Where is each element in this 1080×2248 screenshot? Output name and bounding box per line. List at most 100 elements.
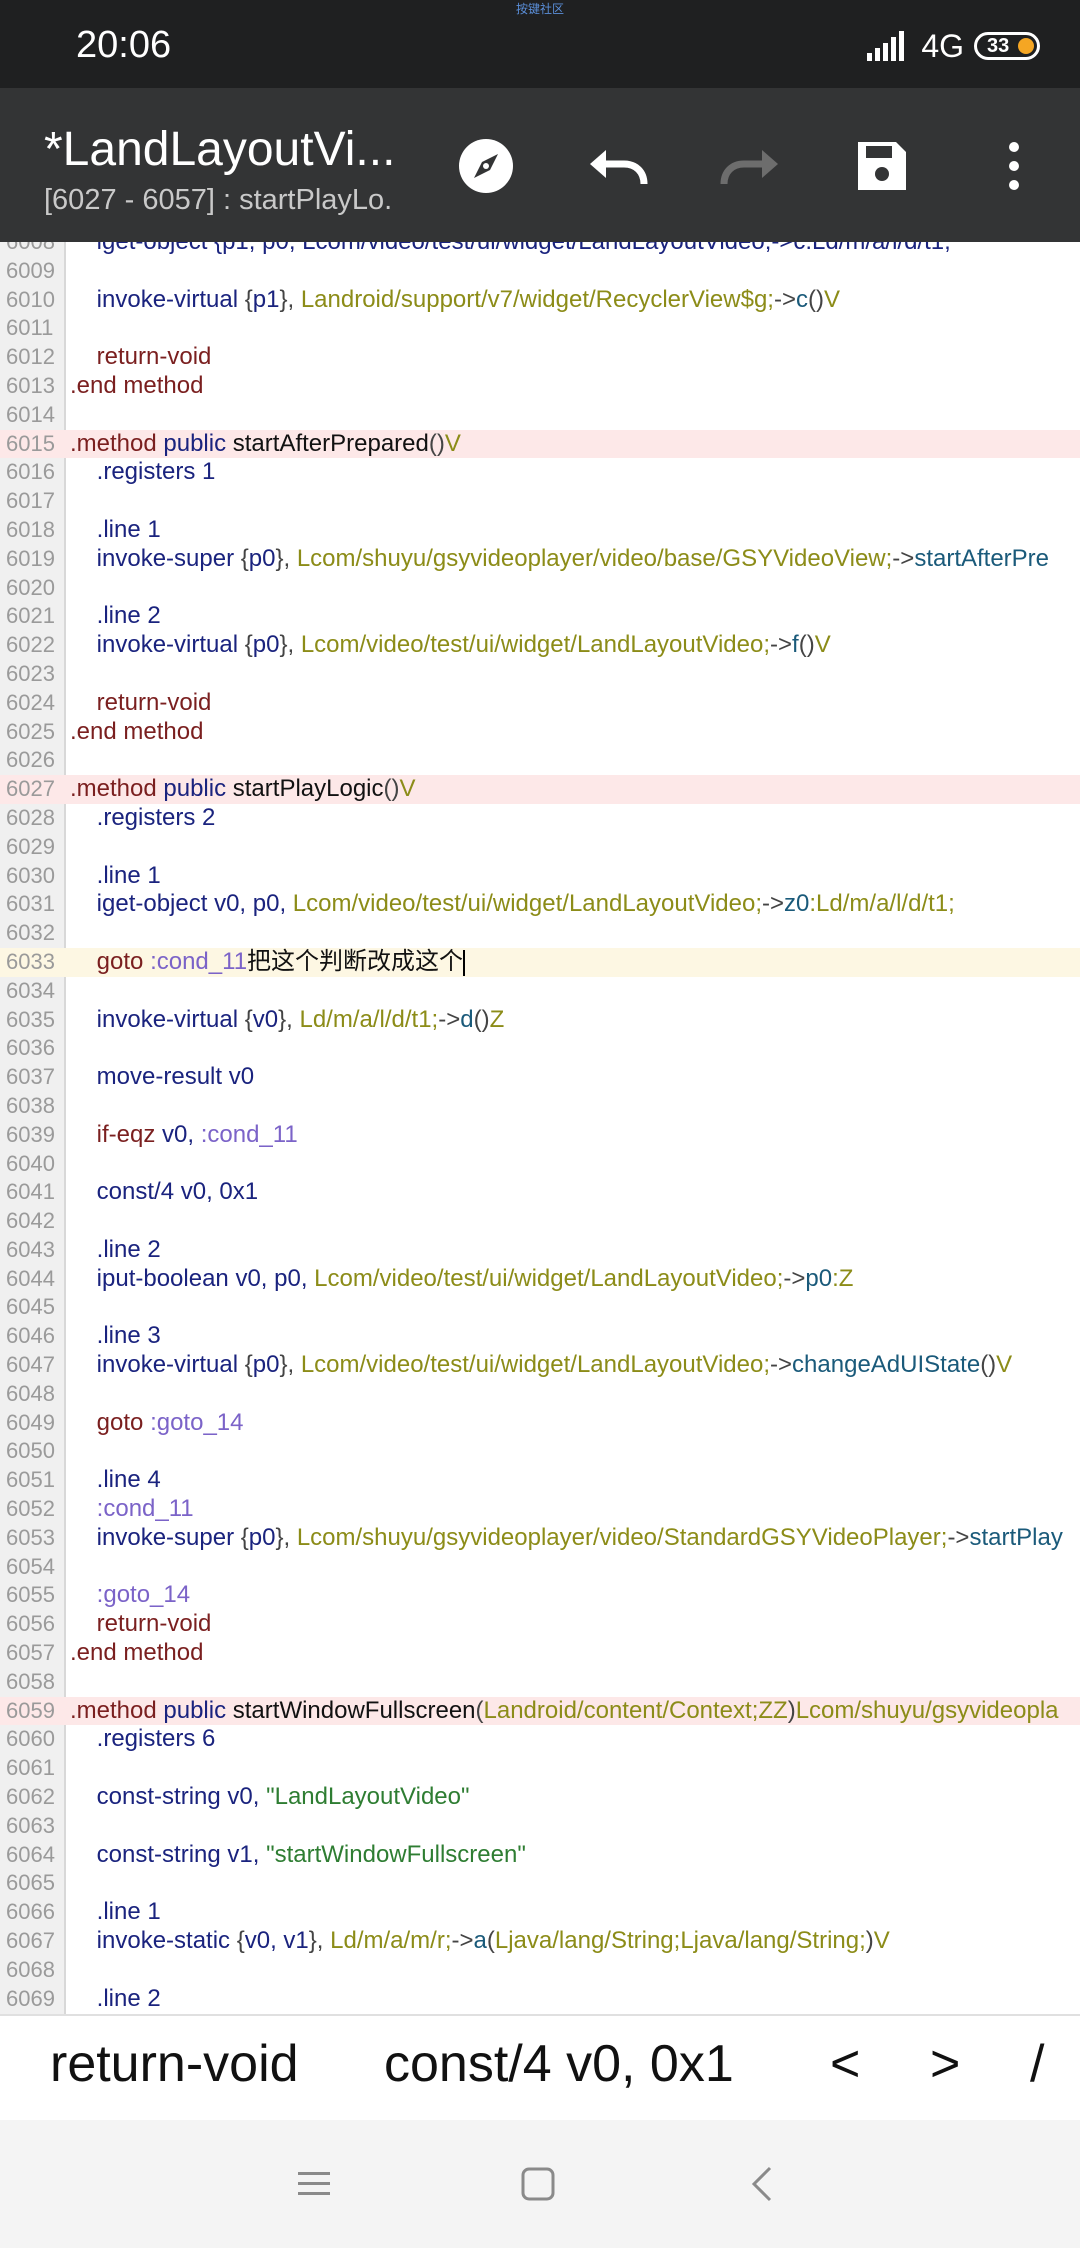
code-line[interactable]: 6033 goto :cond_11把这个判断改成这个 bbox=[0, 947, 1080, 977]
code-line[interactable]: 6014 bbox=[0, 401, 1080, 430]
code-line[interactable]: 6020 bbox=[0, 574, 1080, 603]
line-text[interactable]: invoke-virtual {v0}, Ld/m/a/l/d/t1;->d()… bbox=[70, 1006, 505, 1035]
code-line[interactable]: 6053 invoke-super {p0}, Lcom/shuyu/gsyvi… bbox=[0, 1524, 1080, 1553]
code-line[interactable]: 6018 .line 1 bbox=[0, 516, 1080, 545]
line-text[interactable]: :goto_14 bbox=[70, 1581, 190, 1610]
code-line[interactable]: 6042 bbox=[0, 1207, 1080, 1236]
code-line[interactable]: 6037 move-result v0 bbox=[0, 1063, 1080, 1092]
quick-slash[interactable]: / bbox=[1030, 2034, 1044, 2094]
line-text[interactable]: return-void bbox=[70, 1610, 212, 1639]
code-line[interactable]: 6034 bbox=[0, 977, 1080, 1006]
code-line[interactable]: 6029 bbox=[0, 833, 1080, 862]
line-text[interactable]: .line 1 bbox=[70, 516, 161, 545]
back-icon[interactable] bbox=[740, 2160, 788, 2208]
line-text[interactable]: .line 3 bbox=[70, 1322, 161, 1351]
line-text[interactable]: invoke-static {v0, v1}, Ld/m/a/m/r;->a(L… bbox=[70, 1927, 890, 1956]
undo-icon[interactable] bbox=[578, 126, 658, 206]
code-line[interactable]: 6061 bbox=[0, 1754, 1080, 1783]
code-line[interactable]: 6050 bbox=[0, 1437, 1080, 1466]
code-line[interactable]: 6039 if-eqz v0, :cond_11 bbox=[0, 1121, 1080, 1150]
code-line[interactable]: 6068 bbox=[0, 1956, 1080, 1985]
code-line[interactable]: 6062 const-string v0, "LandLayoutVideo" bbox=[0, 1783, 1080, 1812]
line-text[interactable]: invoke-virtual {p1}, Landroid/support/v7… bbox=[70, 286, 840, 315]
line-text[interactable]: .end method bbox=[70, 372, 203, 401]
line-text[interactable]: .line 1 bbox=[70, 862, 161, 891]
menu-icon[interactable] bbox=[290, 2160, 338, 2208]
line-text[interactable]: invoke-super {p0}, Lcom/shuyu/gsyvideopl… bbox=[70, 545, 1049, 574]
code-line[interactable]: 6040 bbox=[0, 1150, 1080, 1179]
code-line[interactable]: 6025 .end method bbox=[0, 718, 1080, 747]
line-text[interactable]: :cond_11 bbox=[70, 1495, 194, 1524]
code-line[interactable]: 6030 .line 1 bbox=[0, 862, 1080, 891]
code-editor[interactable]: 6008 iget-object {p1, p0, Lcom/video/tes… bbox=[0, 242, 1080, 2014]
line-text[interactable]: .registers 2 bbox=[70, 804, 216, 833]
redo-icon[interactable] bbox=[710, 126, 790, 206]
code-line[interactable]: 6017 bbox=[0, 487, 1080, 516]
line-text[interactable]: .line 2 bbox=[70, 602, 161, 631]
line-text[interactable]: return-void bbox=[70, 689, 212, 718]
code-line[interactable]: 6048 bbox=[0, 1380, 1080, 1409]
code-line[interactable]: 6032 bbox=[0, 919, 1080, 948]
code-line[interactable]: 6016 .registers 1 bbox=[0, 458, 1080, 487]
code-line[interactable]: 6009 bbox=[0, 257, 1080, 286]
save-icon[interactable] bbox=[842, 126, 922, 206]
code-line[interactable]: 6059 .method public startWindowFullscreen… bbox=[0, 1696, 1080, 1726]
code-line[interactable]: 6013 .end method bbox=[0, 372, 1080, 401]
line-text[interactable]: invoke-virtual {p0}, Lcom/video/test/ui/… bbox=[70, 1351, 1013, 1380]
code-line[interactable]: 6044 iput-boolean v0, p0, Lcom/video/tes… bbox=[0, 1265, 1080, 1294]
code-line[interactable]: 6049 goto :goto_14 bbox=[0, 1409, 1080, 1438]
line-text[interactable]: .method public startPlayLogic()V bbox=[70, 775, 416, 804]
code-line[interactable]: 6021 .line 2 bbox=[0, 602, 1080, 631]
code-line[interactable]: 6035 invoke-virtual {v0}, Ld/m/a/l/d/t1;… bbox=[0, 1006, 1080, 1035]
code-line[interactable]: 6063 bbox=[0, 1812, 1080, 1841]
code-line[interactable]: 6052 :cond_11 bbox=[0, 1495, 1080, 1524]
line-text[interactable]: .method public startAfterPrepared()V bbox=[70, 430, 461, 459]
line-text[interactable]: .end method bbox=[70, 1639, 203, 1668]
quick-greater-than[interactable]: > bbox=[930, 2034, 960, 2094]
line-text[interactable]: if-eqz v0, :cond_11 bbox=[70, 1121, 298, 1150]
code-line[interactable]: 6041 const/4 v0, 0x1 bbox=[0, 1178, 1080, 1207]
code-line[interactable]: 6027 .method public startPlayLogic()V bbox=[0, 775, 1080, 804]
code-line[interactable]: 6019 invoke-super {p0}, Lcom/shuyu/gsyvi… bbox=[0, 545, 1080, 574]
line-text[interactable]: invoke-virtual {p0}, Lcom/video/test/ui/… bbox=[70, 631, 831, 660]
code-line[interactable]: 6012 return-void bbox=[0, 343, 1080, 372]
code-line[interactable]: 6043 .line 2 bbox=[0, 1236, 1080, 1265]
code-line[interactable]: 6038 bbox=[0, 1092, 1080, 1121]
code-line[interactable]: 6036 bbox=[0, 1034, 1080, 1063]
code-line[interactable]: 6069 .line 2 bbox=[0, 1985, 1080, 2014]
line-text[interactable]: .registers 1 bbox=[70, 458, 216, 487]
compass-icon[interactable] bbox=[446, 126, 526, 206]
code-line[interactable]: 6015 .method public startAfterPrepared()V bbox=[0, 429, 1080, 459]
line-text[interactable]: .line 2 bbox=[70, 1985, 161, 2014]
quick-return-void[interactable]: return-void bbox=[50, 2034, 299, 2094]
line-text[interactable]: iget-object v0, p0, Lcom/video/test/ui/w… bbox=[70, 890, 955, 919]
code-line[interactable]: 6028 .registers 2 bbox=[0, 804, 1080, 833]
code-line[interactable]: 6055 :goto_14 bbox=[0, 1581, 1080, 1610]
code-line[interactable]: 6051 .line 4 bbox=[0, 1466, 1080, 1495]
code-line[interactable]: 6047 invoke-virtual {p0}, Lcom/video/tes… bbox=[0, 1351, 1080, 1380]
code-lines[interactable]: 6008 iget-object {p1, p0, Lcom/video/tes… bbox=[0, 242, 1080, 2014]
line-text[interactable]: return-void bbox=[70, 343, 212, 372]
code-line[interactable]: 6067 invoke-static {v0, v1}, Ld/m/a/m/r;… bbox=[0, 1927, 1080, 1956]
code-line[interactable]: 6022 invoke-virtual {p0}, Lcom/video/tes… bbox=[0, 631, 1080, 660]
code-line[interactable]: 6065 bbox=[0, 1869, 1080, 1898]
code-line[interactable]: 6064 const-string v1, "startWindowFullsc… bbox=[0, 1841, 1080, 1870]
home-icon[interactable] bbox=[514, 2160, 562, 2208]
more-icon[interactable] bbox=[974, 126, 1054, 206]
code-line[interactable]: 6023 bbox=[0, 660, 1080, 689]
line-text[interactable]: .registers 6 bbox=[70, 1725, 216, 1754]
line-text[interactable]: const-string v1, "startWindowFullscreen" bbox=[70, 1841, 526, 1870]
line-text[interactable]: goto :goto_14 bbox=[70, 1409, 244, 1438]
line-text[interactable]: move-result v0 bbox=[70, 1063, 254, 1092]
line-text[interactable]: iput-boolean v0, p0, Lcom/video/test/ui/… bbox=[70, 1265, 854, 1294]
quick-const-4[interactable]: const/4 v0, 0x1 bbox=[384, 2034, 734, 2094]
line-text[interactable]: const/4 v0, 0x1 bbox=[70, 1178, 258, 1207]
code-line[interactable]: 6060 .registers 6 bbox=[0, 1725, 1080, 1754]
code-line[interactable]: 6031 iget-object v0, p0, Lcom/video/test… bbox=[0, 890, 1080, 919]
code-line[interactable]: 6026 bbox=[0, 746, 1080, 775]
line-text[interactable]: iget-object {p1, p0, Lcom/video/test/ui/… bbox=[70, 242, 951, 257]
code-line[interactable]: 6024 return-void bbox=[0, 689, 1080, 718]
code-line[interactable]: 6045 bbox=[0, 1293, 1080, 1322]
code-line[interactable]: 6057 .end method bbox=[0, 1639, 1080, 1668]
line-text[interactable]: const-string v0, "LandLayoutVideo" bbox=[70, 1783, 470, 1812]
